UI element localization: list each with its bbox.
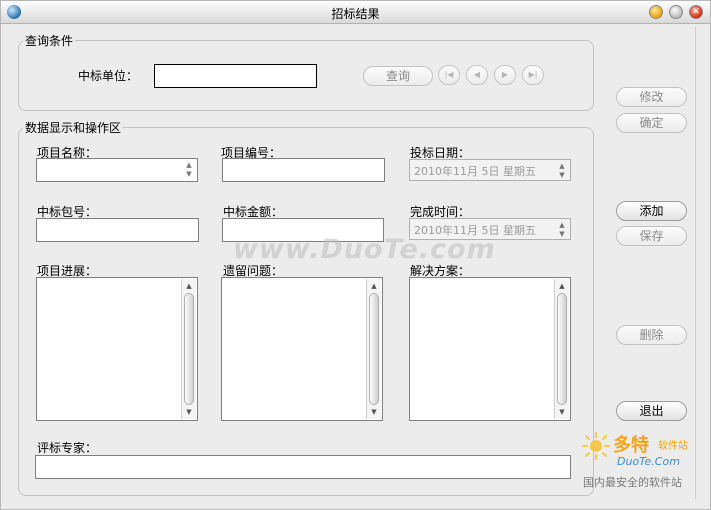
date-spin-icon[interactable]: ▲ ▼ <box>556 162 568 179</box>
logo-subtitle: 软件站 <box>658 441 688 452</box>
date-spin-icon[interactable]: ▲ ▼ <box>556 221 568 238</box>
first-record-icon[interactable]: |◀ <box>438 65 460 85</box>
solution-textarea[interactable]: ▲ ▼ <box>409 277 571 421</box>
experts-input[interactable] <box>35 455 571 479</box>
bid-date-value: 2010年11月 5日 星期五 <box>414 165 536 178</box>
bid-date-picker[interactable]: 2010年11月 5日 星期五 ▲ ▼ <box>409 159 571 181</box>
issues-textarea[interactable]: ▲ ▼ <box>221 277 383 421</box>
winning-unit-label: 中标单位： <box>78 69 139 83</box>
add-button[interactable]: 添加 <box>616 201 687 221</box>
next-record-icon[interactable]: ▶ <box>494 65 516 85</box>
minimize-icon[interactable] <box>649 5 663 19</box>
combo-spin-icon[interactable]: ▲ ▼ <box>183 161 195 179</box>
package-no-input[interactable] <box>36 218 199 242</box>
delete-button[interactable]: 删除 <box>616 325 687 345</box>
scroll-up-icon[interactable]: ▲ <box>182 280 196 292</box>
query-group-legend: 查询条件 <box>25 34 74 48</box>
project-name-combo[interactable]: ▲ ▼ <box>36 158 198 182</box>
progress-scrollbar[interactable]: ▲ ▼ <box>181 279 196 419</box>
duote-logo: 多特 软件站 DuoTe.Com 国内最安全的软件站 <box>579 429 709 491</box>
solution-scrollbar[interactable]: ▲ ▼ <box>554 279 569 419</box>
issues-scrollbar[interactable]: ▲ ▼ <box>366 279 381 419</box>
watermark-text: www.DuoTe.com <box>233 234 496 265</box>
scroll-up-icon[interactable]: ▲ <box>367 280 381 292</box>
exit-button[interactable]: 退出 <box>616 401 687 421</box>
title-bar: 招标结果 ✕ <box>1 1 710 24</box>
logo-url: DuoTe.Com <box>617 455 680 468</box>
main-window: 招标结果 ✕ 查询条件 中标单位： 查询 |◀ ◀ ▶ ▶| 数据显示和操作区 … <box>0 0 711 510</box>
save-button[interactable]: 保存 <box>616 226 687 246</box>
sun-logo-icon <box>582 432 610 460</box>
progress-textarea[interactable]: ▲ ▼ <box>36 277 198 421</box>
data-group-legend: 数据显示和操作区 <box>25 121 122 135</box>
close-icon[interactable]: ✕ <box>689 5 703 19</box>
prev-record-icon[interactable]: ◀ <box>466 65 488 85</box>
maximize-icon[interactable] <box>669 5 683 19</box>
scroll-up-icon[interactable]: ▲ <box>555 280 569 292</box>
scroll-thumb[interactable] <box>184 293 194 405</box>
scroll-down-icon[interactable]: ▼ <box>367 406 381 418</box>
scroll-down-icon[interactable]: ▼ <box>182 406 196 418</box>
last-record-icon[interactable]: ▶| <box>522 65 544 85</box>
modify-button[interactable]: 修改 <box>616 87 687 107</box>
logo-name: 多特 <box>613 435 649 456</box>
query-button[interactable]: 查询 <box>363 66 433 86</box>
window-title: 招标结果 <box>331 7 380 21</box>
scroll-thumb[interactable] <box>369 293 379 405</box>
logo-slogan: 国内最安全的软件站 <box>583 476 682 489</box>
scroll-down-icon[interactable]: ▼ <box>555 406 569 418</box>
confirm-button[interactable]: 确定 <box>616 113 687 133</box>
winning-unit-input[interactable] <box>154 64 317 88</box>
scroll-thumb[interactable] <box>557 293 567 405</box>
experts-label: 评标专家： <box>37 441 98 455</box>
project-no-input[interactable] <box>222 158 385 182</box>
